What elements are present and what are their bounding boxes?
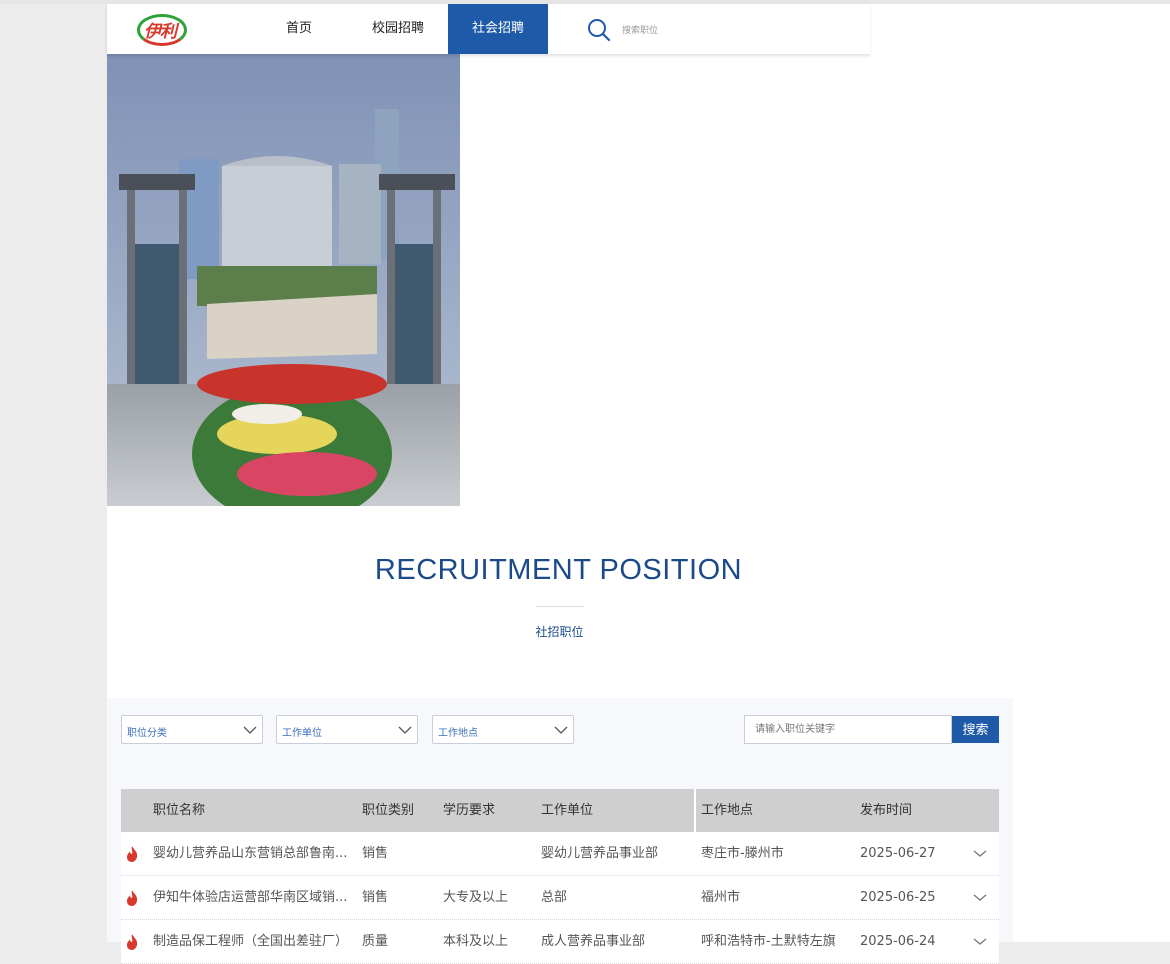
hot-fire-icon [127, 846, 138, 862]
expand-chevron-icon[interactable] [973, 849, 987, 858]
table-row[interactable]: 婴幼儿营养品山东营销总部鲁南... 销售 婴幼儿营养品事业部 枣庄市-滕州市 2… [121, 832, 999, 876]
header-location: 工作地点 [701, 803, 754, 818]
job-education: 大专及以上 [443, 890, 509, 905]
job-name[interactable]: 制造品保工程师（全国出差驻厂） [153, 920, 353, 964]
header-divider [694, 789, 696, 832]
header-education: 学历要求 [443, 803, 496, 818]
headquarters-photo [107, 54, 460, 506]
header-search-input[interactable]: 搜索职位 [622, 23, 658, 36]
job-location: 呼和浩特市-土默特左旗 [701, 934, 836, 949]
job-name[interactable]: 婴幼儿营养品山东营销总部鲁南... [153, 832, 353, 876]
header-job-name: 职位名称 [153, 803, 206, 818]
nav-home[interactable]: 首页 [267, 4, 331, 54]
yili-logo[interactable]: 伊利 [137, 10, 189, 48]
job-unit: 婴幼儿营养品事业部 [541, 846, 659, 861]
chevron-down-icon [554, 726, 568, 734]
chevron-down-icon [243, 726, 257, 734]
chevron-down-icon [398, 726, 412, 734]
table-row[interactable]: 制造品保工程师（全国出差驻厂） 质量 本科及以上 成人营养品事业部 呼和浩特市-… [121, 920, 999, 964]
nav-campus-recruitment[interactable]: 校园招聘 [358, 4, 438, 54]
nav-social-recruitment[interactable]: 社会招聘 [448, 4, 548, 54]
job-category: 销售 [362, 890, 389, 905]
logo-text: 伊利 [144, 22, 177, 42]
hot-fire-icon [127, 934, 138, 950]
job-unit: 总部 [541, 890, 568, 905]
category-select[interactable]: 职位分类 [121, 715, 263, 744]
section-title: RECRUITMENT POSITION [374, 554, 743, 586]
job-date: 2025-06-24 [860, 934, 936, 949]
job-date: 2025-06-27 [860, 846, 936, 861]
search-icon[interactable] [587, 18, 611, 42]
job-category: 质量 [362, 934, 389, 949]
location-select[interactable]: 工作地点 [432, 715, 574, 744]
job-date: 2025-06-25 [860, 890, 936, 905]
title-divider [536, 606, 584, 607]
table-row[interactable]: 伊知牛体验店运营部华南区域销... 销售 大专及以上 总部 福州市 2025-0… [121, 876, 999, 920]
job-name[interactable]: 伊知牛体验店运营部华南区域销... [153, 876, 353, 920]
page: 伊利 首页 校园招聘 社会招聘 搜索职位 RECRUITMENT POSITIO… [107, 4, 1170, 964]
unit-select[interactable]: 工作单位 [276, 715, 418, 744]
job-location: 枣庄市-滕州市 [701, 846, 784, 861]
keyword-input[interactable] [744, 715, 952, 744]
table-header: 职位名称 职位类别 学历要求 工作单位 工作地点 发布时间 [121, 789, 999, 832]
job-unit: 成人营养品事业部 [541, 934, 646, 949]
site-header: 伊利 首页 校园招聘 社会招聘 搜索职位 [107, 4, 870, 54]
header-category: 职位类别 [362, 803, 415, 818]
unit-select-label: 工作单位 [282, 728, 322, 739]
header-date: 发布时间 [860, 803, 913, 818]
job-list-panel: 职位分类 工作单位 工作地点 搜索 职位名称 职位类别 学历要求 工作单位 工作… [107, 698, 1013, 964]
search-button[interactable]: 搜索 [952, 716, 999, 743]
hot-fire-icon [127, 890, 138, 906]
location-select-label: 工作地点 [438, 728, 478, 739]
job-location: 福州市 [701, 890, 741, 905]
expand-chevron-icon[interactable] [973, 893, 987, 902]
job-category: 销售 [362, 846, 389, 861]
header-unit: 工作单位 [541, 803, 594, 818]
section-subtitle: 社招职位 [535, 625, 584, 639]
category-select-label: 职位分类 [127, 728, 167, 739]
job-education: 本科及以上 [443, 934, 509, 949]
